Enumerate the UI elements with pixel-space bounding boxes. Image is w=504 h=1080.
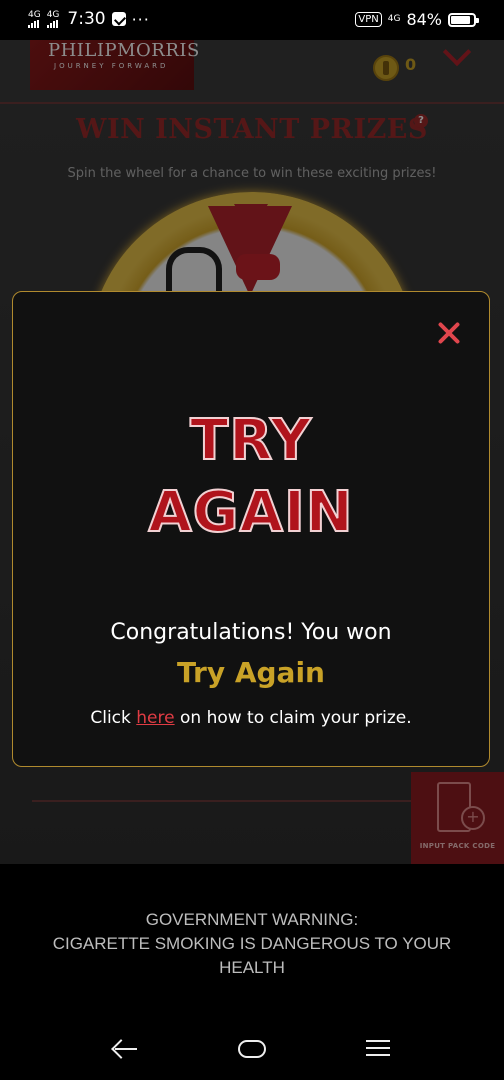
result-headline-line1: TRY [189,407,312,474]
home-icon[interactable] [238,1040,266,1058]
status-bar: 4G 4G 7:30 ··· VPN 4G 84% [0,0,504,40]
warning-line-3: HEALTH [219,958,285,977]
vpn-icon: VPN [355,12,382,27]
navigation-bar [0,1014,504,1080]
warning-line-1: GOVERNMENT WARNING: [145,910,359,929]
result-modal: TRY AGAIN Congratulations! You won Try A… [12,291,490,767]
prize-result: Try Again [177,656,325,689]
warning-line-2: CIGARETTE SMOKING IS DANGEROUS TO YOUR [52,934,452,953]
congrats-text: Congratulations! You won [110,620,392,645]
clock: 7:30 [67,9,106,29]
menu-icon[interactable] [366,1040,390,1056]
battery-icon [448,12,479,27]
claim-instructions: Click here on how to claim your prize. [13,708,489,728]
government-warning: GOVERNMENT WARNING: CIGARETTE SMOKING IS… [0,864,504,1014]
claim-prefix: Click [90,708,137,728]
result-headline-line2: AGAIN [147,479,354,546]
signal-icon-2: 4G [46,10,59,28]
battery-percent: 84% [406,10,442,29]
close-icon[interactable] [436,320,462,346]
claim-suffix: on how to claim your prize. [174,708,412,728]
network-icon: 4G [387,14,401,24]
claim-link[interactable]: here [136,708,174,728]
notification-icon [111,12,126,26]
more-notifications-icon: ··· [131,9,150,29]
signal-icon: 4G [28,10,41,28]
back-icon[interactable] [112,1038,138,1060]
